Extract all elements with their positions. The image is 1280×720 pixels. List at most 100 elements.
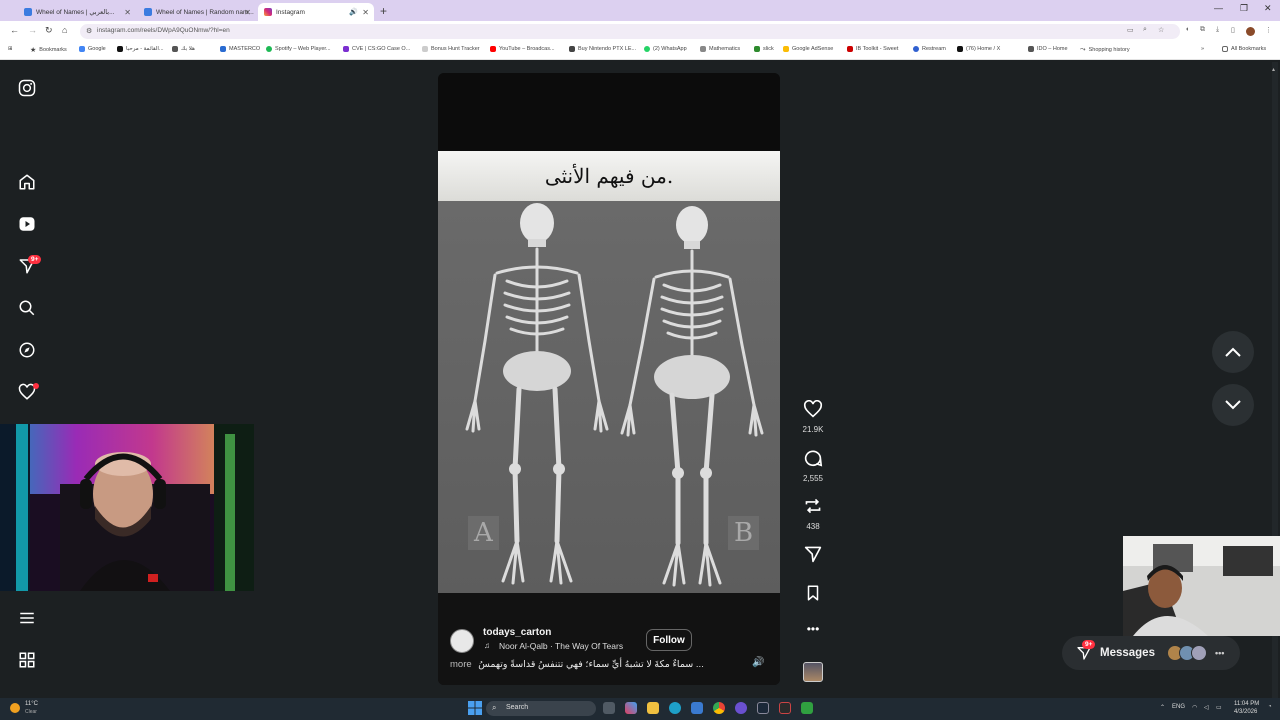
bookmark-item[interactable]: CVE | CS:GO Case O... <box>343 46 410 52</box>
clock-time[interactable]: 11:04 PM <box>1234 701 1259 707</box>
repost-button[interactable]: 438 <box>798 497 828 531</box>
steam-icon[interactable] <box>757 702 769 714</box>
bookmark-item[interactable]: MASTERCO <box>220 46 260 52</box>
store-icon[interactable] <box>691 702 703 714</box>
explore-icon[interactable] <box>17 340 37 360</box>
save-button[interactable] <box>798 584 828 607</box>
share-button[interactable] <box>798 545 828 568</box>
bookmark-item[interactable]: (76) Home / X <box>957 46 1000 52</box>
also-from-meta-icon[interactable] <box>17 650 37 670</box>
bookmark-item[interactable]: القائمة - مرحبا... <box>117 46 164 52</box>
author-name[interactable]: todays_carton <box>483 627 551 638</box>
site-icon <box>117 46 123 52</box>
more-bookmarks-icon[interactable]: » <box>1201 46 1204 52</box>
weather-moon-icon[interactable] <box>10 703 20 713</box>
bookmark-item[interactable]: Restream <box>913 46 946 52</box>
forward-icon[interactable]: → <box>28 25 37 35</box>
bookmark-item[interactable]: slick <box>754 46 774 52</box>
previous-reel-button[interactable] <box>1212 331 1254 373</box>
next-reel-button[interactable] <box>1212 384 1254 426</box>
app-icon[interactable] <box>779 702 791 714</box>
adsense-icon <box>783 46 789 52</box>
menu-dots-icon[interactable]: ⋮ <box>1265 26 1272 34</box>
site-icon <box>220 46 226 52</box>
tray-chevron-icon[interactable]: ⌃ <box>1160 704 1165 711</box>
close-icon[interactable]: ✕ <box>362 8 369 17</box>
url-input[interactable]: ⚙ instagram.com/reels/DWpA9QuONmw/?hl=en <box>80 24 1180 39</box>
install-icon[interactable]: ▭ <box>1127 26 1134 34</box>
bookmark-item[interactable]: Bonus Hunt Tracker <box>422 46 480 52</box>
tab-wheel-of-names[interactable]: Wheel of Names | Random nam... ✕ <box>138 3 256 21</box>
like-button[interactable]: 21.9K <box>798 399 828 434</box>
site-icon <box>847 46 853 52</box>
tab-instagram[interactable]: Instagram 🔊 ✕ <box>258 3 374 21</box>
reels-icon[interactable] <box>17 214 37 234</box>
puzzle-icon[interactable]: ⧉ <box>1200 26 1205 34</box>
file-explorer-icon[interactable] <box>647 702 659 714</box>
maximize-icon[interactable]: ❐ <box>1240 3 1248 14</box>
bookmark-item[interactable]: Spotify – Web Player... <box>266 46 331 52</box>
all-bookmarks[interactable]: All Bookmarks <box>1222 46 1266 52</box>
site-icon <box>172 46 178 52</box>
weather-desc: Clear <box>25 709 37 715</box>
home-icon[interactable] <box>17 172 37 192</box>
bookmark-item[interactable]: IB Toolkit - Sweet <box>847 46 898 52</box>
audio-icon[interactable]: 🔊 <box>349 8 358 16</box>
chrome-icon[interactable] <box>713 702 725 714</box>
battery-icon[interactable]: ▭ <box>1216 704 1222 711</box>
bookmark-item[interactable]: ⤳ Shopping history <box>1080 46 1130 54</box>
sidebar-icon[interactable]: ▯ <box>1231 26 1235 34</box>
search-icon[interactable] <box>17 298 37 318</box>
bookmark-item[interactable]: IDO – Home <box>1028 46 1068 52</box>
bookmark-item[interactable]: YouTube – Broadcas... <box>490 46 555 52</box>
more-link[interactable]: more <box>450 659 472 670</box>
notifications-icon[interactable]: ◔ <box>1268 704 1272 710</box>
bookmark-item[interactable]: Google <box>79 46 106 52</box>
download-icon[interactable]: ⤓ <box>1216 26 1219 34</box>
close-icon[interactable]: ✕ <box>124 8 131 17</box>
site-info-icon[interactable]: ⚙ <box>86 27 92 35</box>
app-icon[interactable] <box>735 702 747 714</box>
edge-icon[interactable] <box>669 702 681 714</box>
more-menu-icon[interactable] <box>17 608 37 628</box>
music-track[interactable]: Noor Al-Qalb · The Way Of Tears <box>499 641 623 651</box>
bookmark-item[interactable]: ★ Bookmarks <box>30 46 67 54</box>
bookmark-star-icon[interactable]: ☆ <box>1158 26 1164 34</box>
task-view-icon[interactable] <box>603 702 615 714</box>
tab-wheel-of-names-arabic[interactable]: Wheel of Names | بالعربي... ✕ <box>18 3 136 21</box>
extension-icon[interactable]: ◖ <box>1185 26 1189 33</box>
volume-icon[interactable]: ◁ <box>1204 704 1209 711</box>
author-avatar[interactable] <box>450 629 474 653</box>
site-icon <box>569 46 575 52</box>
home-icon[interactable]: ⌂ <box>62 25 67 35</box>
minimize-icon[interactable]: — <box>1214 3 1223 13</box>
follow-button[interactable]: Follow <box>646 629 692 651</box>
copilot-icon[interactable] <box>625 702 637 714</box>
lang-indicator[interactable]: ENG <box>1172 704 1185 710</box>
comment-button[interactable]: 2,555 <box>798 449 828 483</box>
bookmark-item[interactable]: هلا بك <box>172 46 195 52</box>
back-icon[interactable]: ← <box>10 25 19 35</box>
bookmark-item[interactable]: Mathematics <box>700 46 740 52</box>
weather-temp[interactable]: 11°C <box>25 701 38 707</box>
scroll-up-icon[interactable]: ▴ <box>1272 66 1278 74</box>
close-window-icon[interactable]: ✕ <box>1264 3 1272 14</box>
new-tab-icon[interactable]: + <box>380 4 387 18</box>
wifi-icon[interactable]: ◠ <box>1192 704 1197 711</box>
bookmark-item[interactable]: (2) WhatsApp <box>644 46 687 52</box>
app-icon[interactable] <box>801 702 813 714</box>
instagram-logo-icon[interactable] <box>17 78 37 98</box>
volume-icon[interactable]: 🔊 <box>752 657 764 668</box>
profile-avatar[interactable] <box>1246 27 1255 36</box>
more-options-icon[interactable]: ••• <box>798 622 828 636</box>
bookmark-item[interactable]: Buy Nintendo PTX LE... <box>569 46 636 52</box>
start-icon[interactable] <box>468 701 482 715</box>
zoom-icon[interactable]: ⌕ <box>1143 26 1147 34</box>
audio-thumbnail[interactable] <box>803 662 823 682</box>
bookmark-item[interactable]: Google AdSense <box>783 46 833 52</box>
taskbar-search[interactable]: ⌕ Search <box>486 701 596 716</box>
apps-icon[interactable]: ⊞ <box>8 46 13 52</box>
reload-icon[interactable]: ↻ <box>45 25 53 36</box>
close-icon[interactable]: ✕ <box>244 8 251 17</box>
history-icon: ⤳ <box>1080 46 1086 53</box>
